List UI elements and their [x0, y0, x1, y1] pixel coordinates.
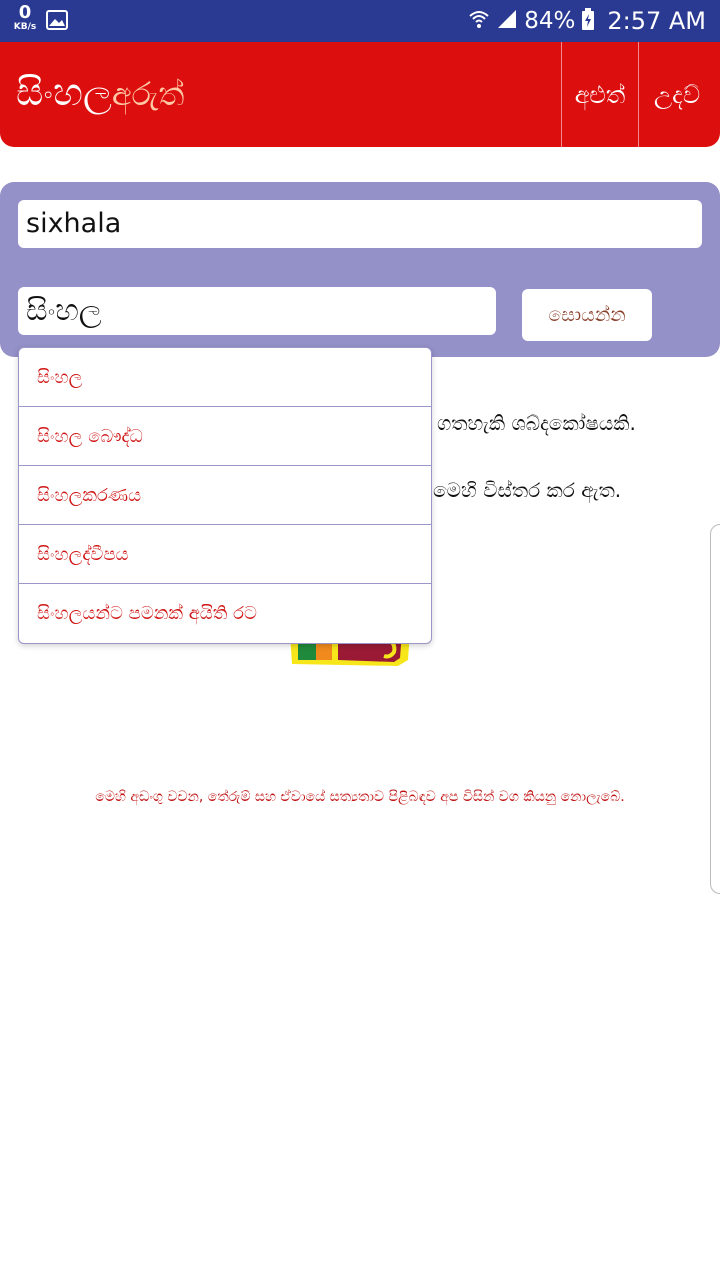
battery-level: 84% — [524, 8, 576, 34]
brand-sub-text: අරුත් — [111, 75, 185, 113]
battery-charging-icon — [581, 8, 595, 34]
suggestion-item[interactable]: සිංහලද්වීපය — [19, 525, 431, 584]
network-speed: 0 KB/s — [8, 4, 42, 32]
roman-input[interactable]: sixhala — [18, 200, 702, 248]
suggestion-item[interactable]: සිංහලයන්ට පමනක් අයිති රට — [19, 584, 431, 643]
suggestion-item[interactable]: සිංහලකරණය — [19, 466, 431, 525]
side-drawer-handle[interactable] — [710, 524, 720, 894]
suggestion-dropdown: සිංහල සිංහල බෞද්ධ සිංහලකරණය සිංහලද්වීපය … — [18, 347, 432, 644]
brand-main-text: සිංහල — [16, 70, 112, 114]
network-speed-unit: KB/s — [13, 22, 37, 32]
suggestion-item[interactable]: සිංහල — [19, 348, 431, 407]
network-speed-value: 0 — [18, 2, 32, 23]
intro-text-line-2: මෙහි විස්තර කර ඇත. — [433, 478, 622, 502]
disclaimer-text: මෙහි අඩංගු වචන, තේරුම් සහ ඒවායේ සත්‍යතාව… — [95, 789, 625, 805]
wifi-icon — [468, 8, 490, 34]
search-panel: sixhala සිංහල සොයන්න — [0, 182, 720, 357]
new-button[interactable]: අළුත් — [561, 42, 638, 147]
app-logo[interactable]: සිංහලඅරුත් — [16, 70, 184, 115]
help-button[interactable]: උදව් — [638, 42, 715, 147]
signal-icon — [496, 8, 518, 34]
clock: 2:57 AM — [607, 7, 706, 35]
intro-text-line-1: ගතහැකි ශබ්දකෝෂයකි. — [437, 411, 636, 435]
status-bar: 0 KB/s 84% 2:57 AM — [0, 0, 720, 42]
suggestion-item[interactable]: සිංහල බෞද්ධ — [19, 407, 431, 466]
sinhala-input[interactable]: සිංහල — [18, 287, 496, 335]
gallery-icon — [46, 10, 68, 34]
search-button[interactable]: සොයන්න — [522, 289, 652, 341]
app-bar: සිංහලඅරුත් අළුත් උදව් — [0, 42, 720, 147]
